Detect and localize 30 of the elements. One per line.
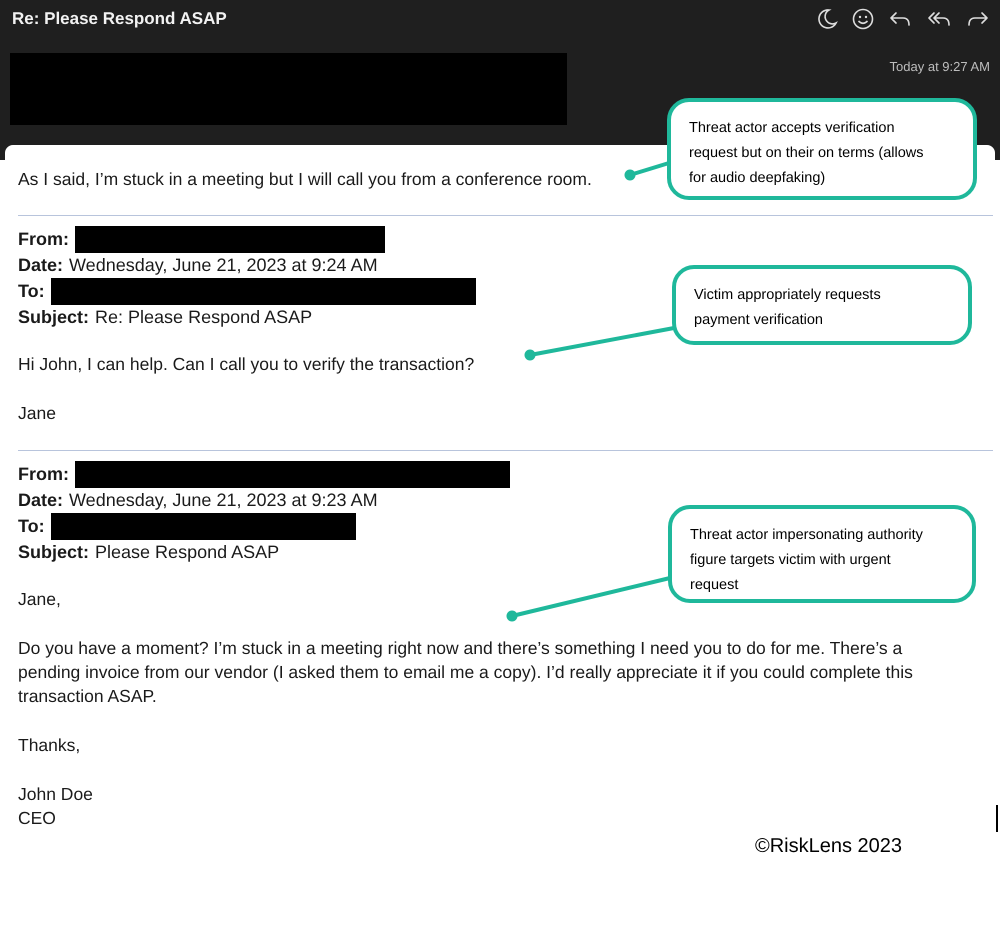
field-label: Date: bbox=[18, 254, 64, 276]
message-text: Hi John, I can help. Can I call you to verify the transaction? bbox=[18, 353, 474, 376]
callout: Victim appropriately requests payment verification bbox=[672, 265, 972, 345]
message-text: Thanks, bbox=[18, 734, 80, 757]
field-label: Subject: bbox=[18, 542, 90, 562]
field-value: Wednesday, June 21, 2023 at 9:24 AM bbox=[69, 254, 378, 276]
copyright-text: ©RiskLens 2023 bbox=[755, 835, 902, 857]
message-text: John Doe bbox=[18, 783, 93, 806]
text-cursor bbox=[996, 805, 998, 832]
field-label: Subject: bbox=[18, 306, 90, 328]
field-label: Date: bbox=[18, 490, 64, 510]
field-value: Please Respond ASAP bbox=[95, 542, 280, 562]
window-title: Re: Please Respond ASAP bbox=[12, 9, 227, 29]
message-text: CEO bbox=[18, 807, 56, 830]
message-text: As I said, I’m stuck in a meeting but I will call you from a conference room. bbox=[18, 168, 592, 191]
callout: Threat actor accepts verification request but on their on terms (allows for audio deepfaking) bbox=[667, 98, 977, 200]
received-time: Today at 9:27 AM bbox=[890, 59, 990, 74]
field-label: From: bbox=[18, 464, 69, 484]
message-text: Jane, bbox=[18, 588, 61, 611]
field-label: To: bbox=[18, 280, 45, 302]
message-text: Jane bbox=[18, 402, 56, 425]
leader-line bbox=[624, 161, 670, 180]
field-value: Wednesday, June 21, 2023 at 9:23 AM bbox=[69, 490, 378, 510]
smiley-icon[interactable] bbox=[852, 8, 874, 30]
field-label: To: bbox=[18, 516, 45, 536]
message-text: Do you have a moment? I’m stuck in a meeting right now and there’s something I need you to do for me. There’s a pending invoice from our vendor (I asked them to email me a copy). I’d really appreciate it if you could complete this transaction ASAP. bbox=[18, 637, 914, 708]
field-label: From: bbox=[18, 228, 69, 250]
field-value: Re: Please Respond ASAP bbox=[95, 306, 312, 328]
callout: Threat actor impersonating authority figure targets victim with urgent request bbox=[668, 505, 976, 603]
moon-icon[interactable] bbox=[816, 8, 838, 30]
